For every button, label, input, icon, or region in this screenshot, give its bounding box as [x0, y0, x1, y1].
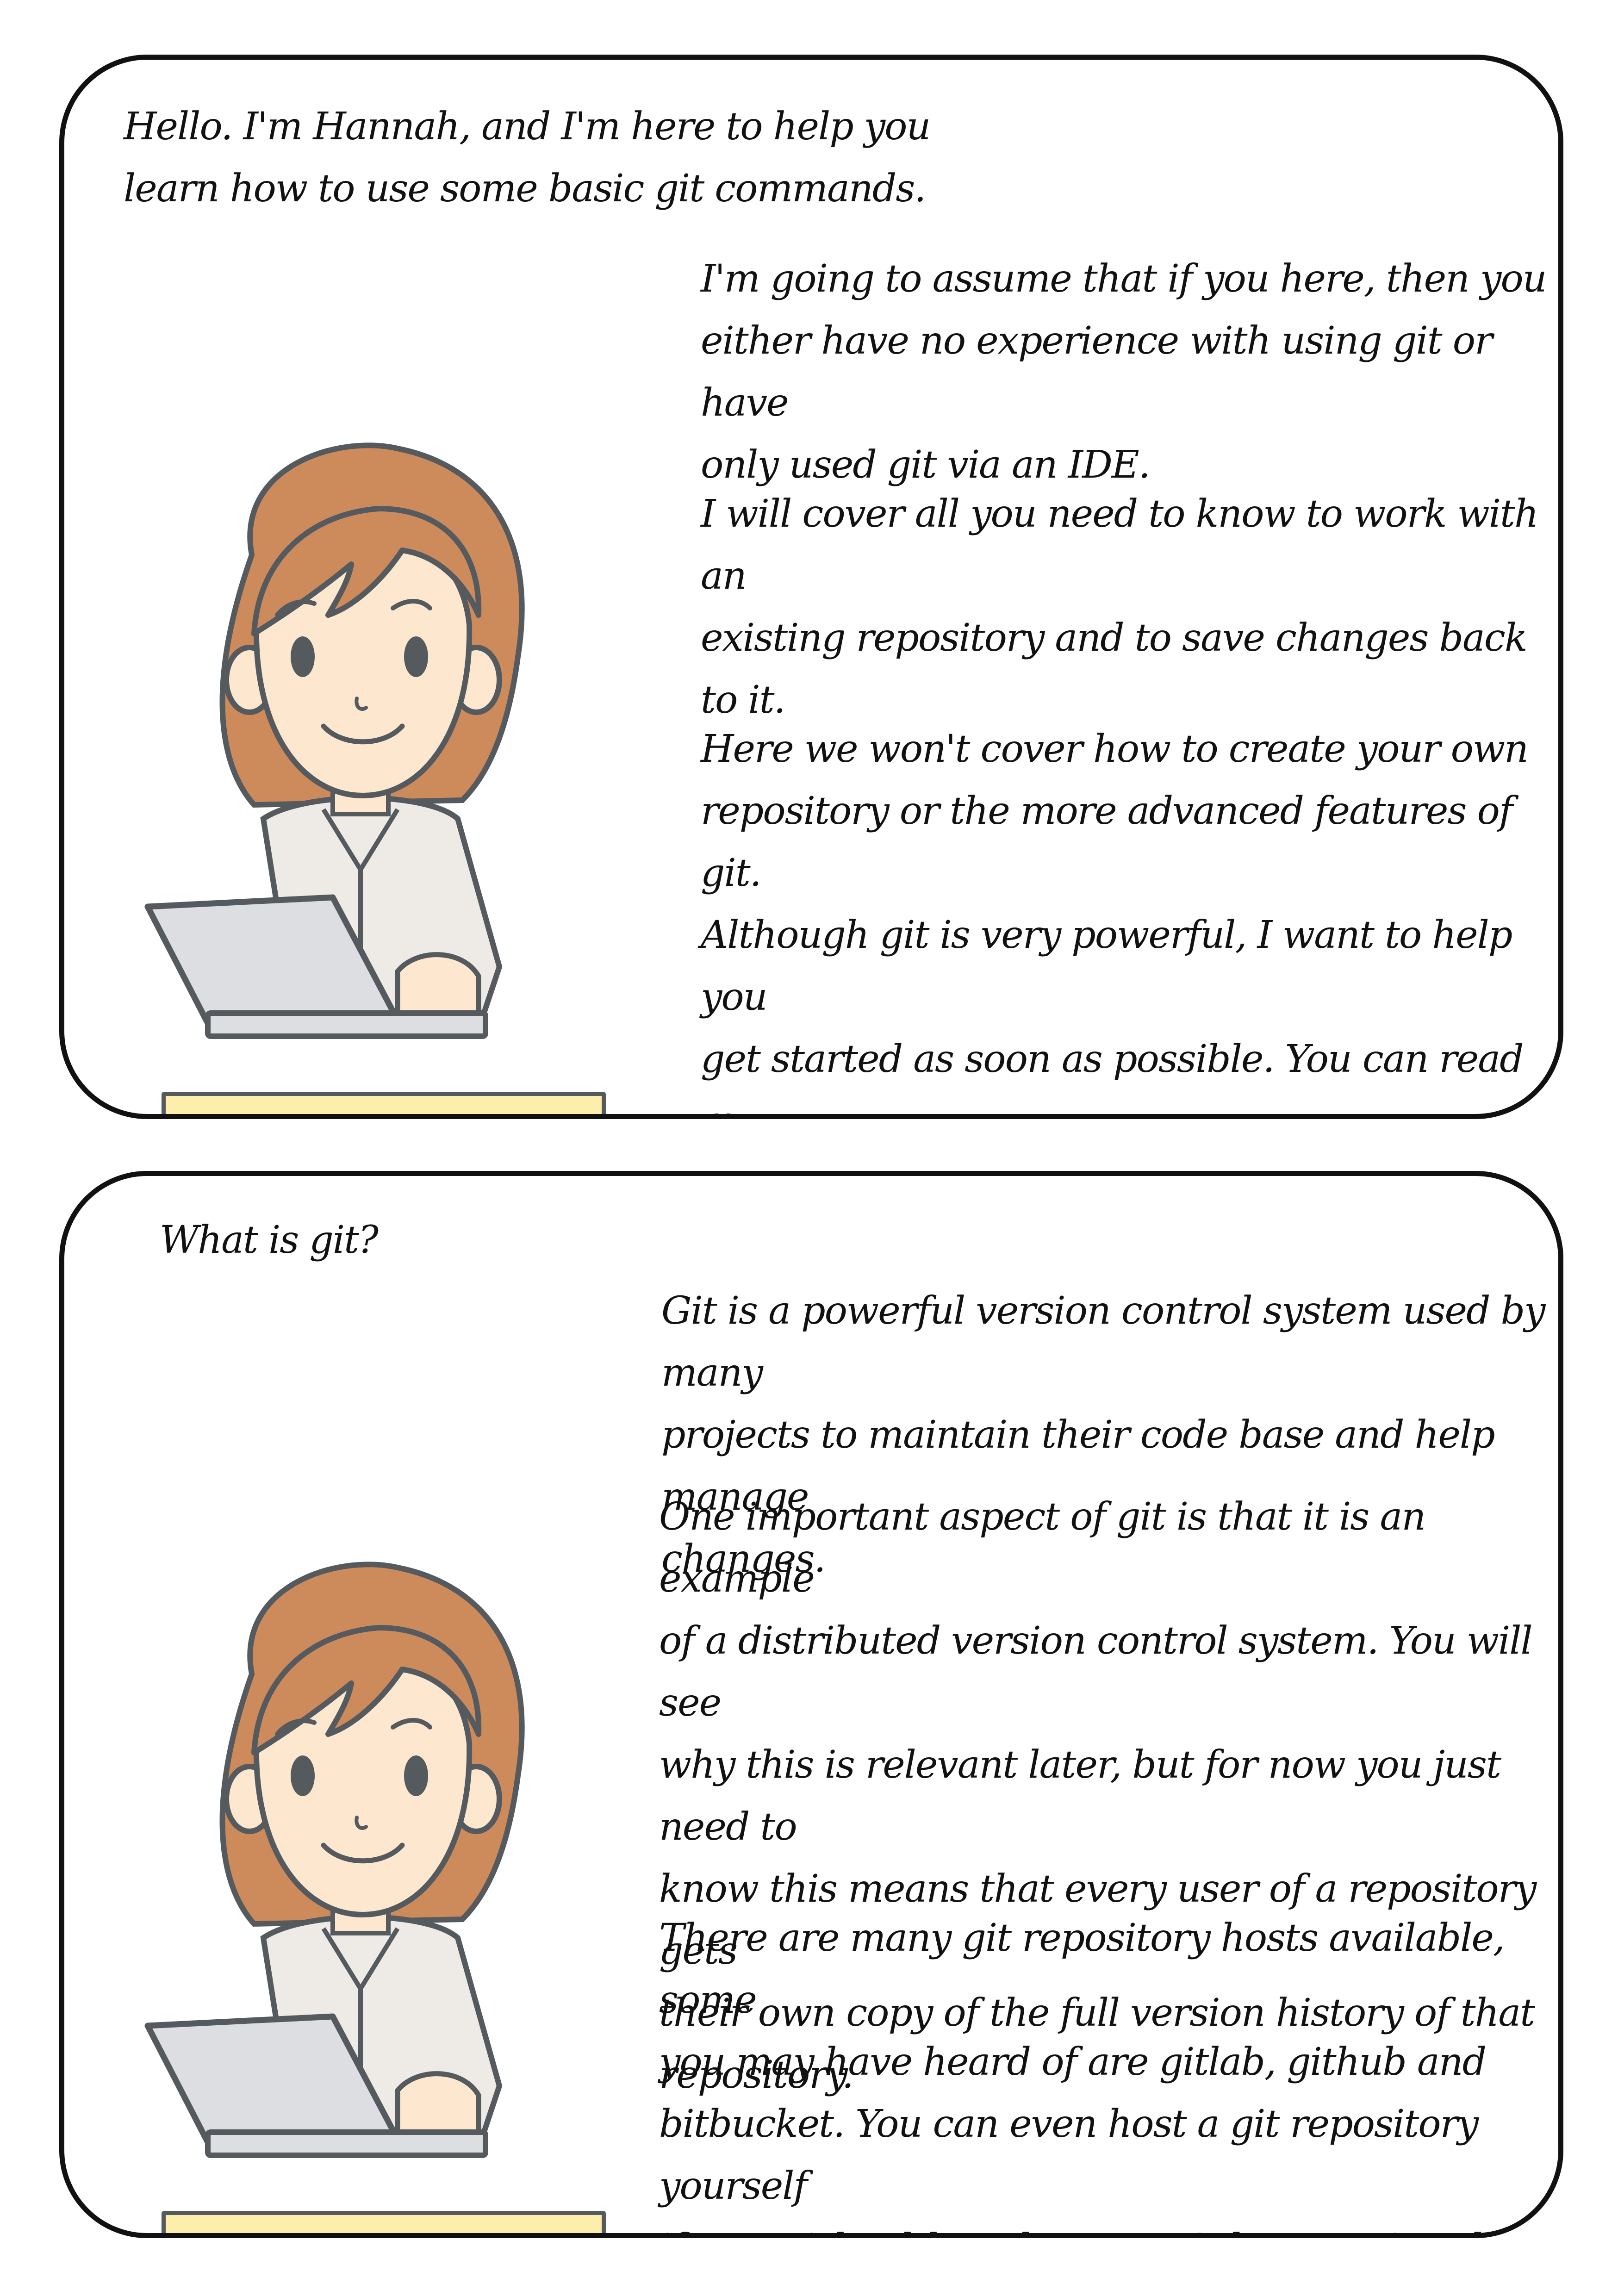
intro-greeting: Hello. I'm Hannah, and I'm here to help …: [124, 105, 931, 211]
hannah-character-icon: [144, 1562, 525, 2158]
what-is-git-panel: What is git? Git is a powerful version c…: [59, 1171, 1563, 2238]
git-paragraph-hosts: There are many git repository hosts avai…: [659, 1916, 1531, 2233]
intro-paragraph-coverage: I will cover all you need to know to wor…: [701, 492, 1539, 722]
intro-paragraph-scope: Here we won't cover how to create your o…: [701, 727, 1529, 1114]
desk: [162, 1092, 606, 1114]
intro-paragraph-assumption: I'm going to assume that if you here, th…: [701, 257, 1547, 487]
section-heading: What is git?: [160, 1218, 379, 1262]
hannah-character-icon: [144, 442, 525, 1039]
desk: [162, 2211, 606, 2233]
intro-panel: Hello. I'm Hannah, and I'm here to help …: [59, 55, 1563, 1119]
